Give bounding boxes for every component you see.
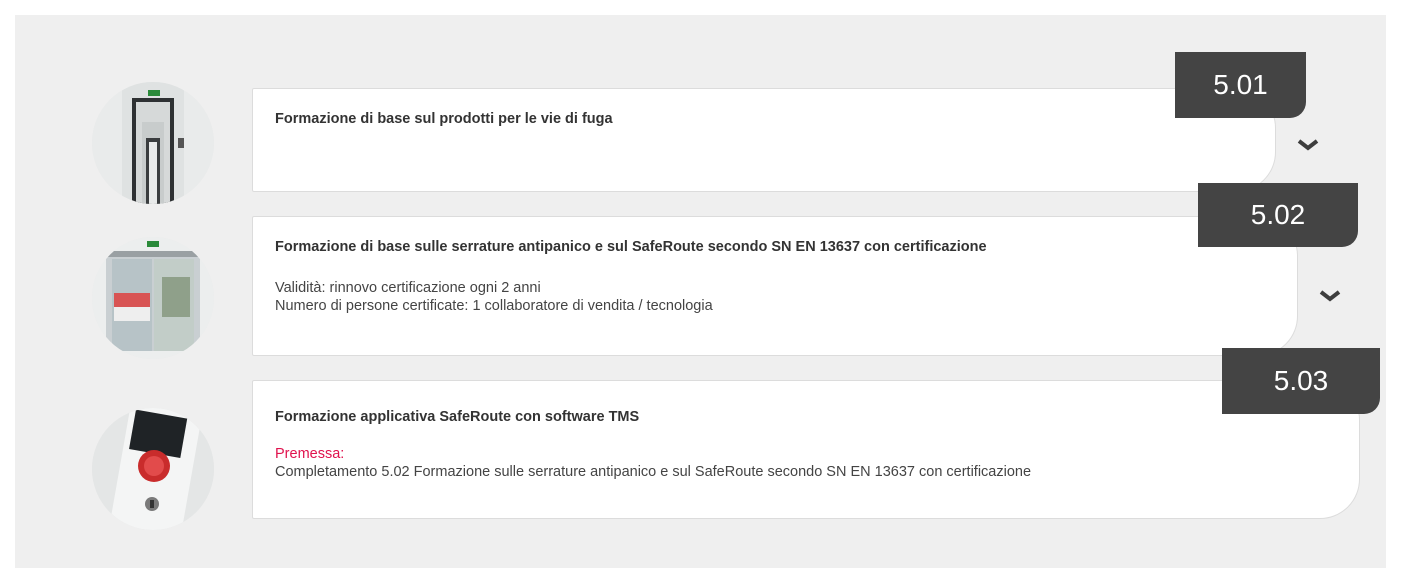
card-title: Formazione di base sulle serrature antip… — [275, 239, 987, 255]
chevron-down-icon[interactable] — [1296, 137, 1320, 153]
emergency-exit-door-image — [92, 82, 214, 204]
card-title: Formazione applicativa SafeRoute con sof… — [275, 409, 640, 425]
training-code-badge: 5.01 — [1175, 52, 1306, 118]
chevron-down-icon[interactable] — [1318, 288, 1342, 304]
card-details: Premessa: Completamento 5.02 Formazione … — [275, 445, 1031, 481]
sliding-door-image — [92, 237, 214, 359]
card-details: Validità: rinnovo certificazione ogni 2 … — [275, 279, 713, 315]
card-title: Formazione di base sul prodotti per le v… — [275, 111, 613, 127]
training-card[interactable]: Formazione di base sulle serrature antip… — [252, 216, 1298, 356]
emergency-button-image — [92, 408, 214, 530]
training-card[interactable]: Formazione applicativa SafeRoute con sof… — [252, 380, 1360, 519]
training-code-badge: 5.02 — [1198, 183, 1358, 247]
training-card[interactable]: Formazione di base sul prodotti per le v… — [252, 88, 1276, 192]
certified-persons-text: Numero di persone certificate: 1 collabo… — [275, 298, 713, 314]
validity-text: Validità: rinnovo certificazione ogni 2 … — [275, 280, 541, 296]
premessa-text: Completamento 5.02 Formazione sulle serr… — [275, 464, 1032, 480]
training-code-badge: 5.03 — [1222, 348, 1380, 414]
premessa-label: Premessa: — [275, 446, 345, 462]
